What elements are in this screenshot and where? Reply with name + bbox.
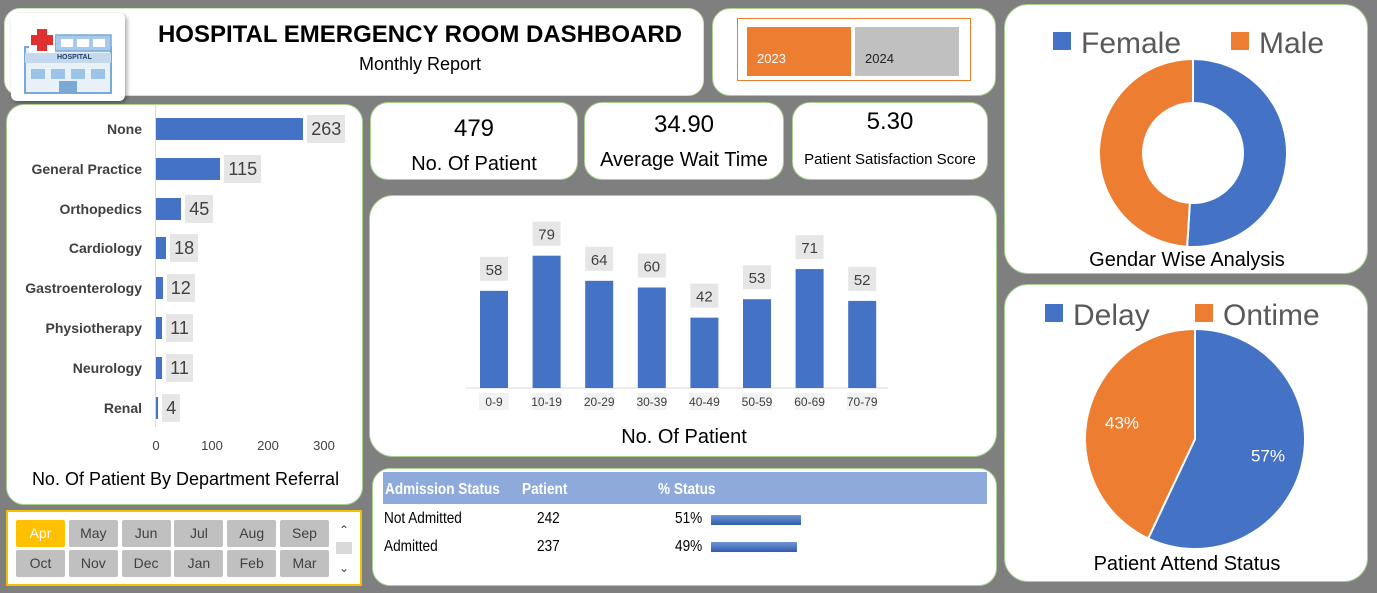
dept-tick-label: 300 (313, 438, 335, 453)
col-patient: Patient (522, 481, 568, 498)
row-percent-bar (711, 515, 801, 525)
dashboard-title: HOSPITAL EMERGENCY ROOM DASHBOARD (157, 21, 683, 48)
year-slicer-panel: 2023 2024 (712, 8, 996, 96)
month-button-jun[interactable]: Jun (121, 520, 171, 547)
age-tick-label: 10-19 (531, 395, 562, 409)
age-value-label: 58 (486, 262, 503, 279)
age-bar (480, 290, 508, 388)
table-row: Not Admitted 242 51% (373, 507, 998, 535)
year-slicer: 2023 2024 (737, 18, 971, 81)
age-tick-label: 40-49 (689, 395, 720, 409)
row-patients: 242 (537, 510, 560, 527)
age-tick-label: 0-9 (485, 395, 503, 409)
dept-chart-title: No. Of Patient By Department Referral (31, 469, 340, 489)
age-value-label: 60 (643, 259, 660, 276)
month-button-sep[interactable]: Sep (280, 520, 329, 547)
row-status: Admitted (384, 538, 438, 555)
year-button-2024[interactable]: 2024 (855, 27, 959, 76)
kpi-wait-value: 34.90 (653, 111, 715, 138)
age-bar (690, 317, 719, 388)
age-group-chart: 58 0-9 79 10-19 64 20-29 60 30-39 42 40-49 53 50-59… (369, 195, 997, 457)
attend-pie-card: Delay Ontime 57% 43% Patient Attend Statu… (1004, 284, 1368, 582)
month-button-oct[interactable]: Oct (16, 550, 65, 577)
age-tick-label: 50-59 (742, 395, 773, 409)
month-button-mar[interactable]: Mar (280, 550, 329, 577)
col-admission-status: Admission Status (385, 481, 500, 498)
age-value-label: 71 (801, 240, 818, 257)
age-tick-label: 70-79 (847, 395, 878, 409)
year-button-2023[interactable]: 2023 (747, 27, 851, 76)
age-tick-label: 20-29 (584, 395, 615, 409)
scroll-down-icon[interactable]: ⌄ (334, 558, 354, 578)
age-value-label: 64 (591, 252, 608, 269)
kpi-satisfaction-value: 5.30 (866, 108, 914, 135)
row-percent: 49% (675, 538, 703, 555)
dashboard-subtitle: Monthly Report (358, 54, 482, 74)
col-percent-status: % Status (658, 481, 716, 498)
dept-axis-ticks: 0 100 200 300 (7, 105, 364, 465)
age-value-label: 53 (749, 270, 766, 287)
row-status: Not Admitted (384, 510, 462, 527)
age-bar (637, 287, 666, 388)
scroll-thumb[interactable] (336, 542, 352, 554)
table-row: Admitted 237 49% (373, 535, 998, 563)
gender-slice-female (1186, 57, 1288, 248)
row-percent: 51% (675, 510, 703, 527)
admission-table-header: Admission Status Patient % Status (383, 472, 987, 504)
age-bar (743, 299, 771, 388)
admission-status-table: Admission Status Patient % Status Not Ad… (372, 468, 997, 586)
age-chart-title: No. Of Patient (621, 426, 747, 448)
age-bar (848, 300, 877, 388)
month-button-nov[interactable]: Nov (68, 550, 118, 577)
age-bar (532, 255, 561, 388)
age-tick-label: 60-69 (794, 395, 825, 409)
kpi-satisfaction-label: Patient Satisfaction Score (804, 151, 976, 168)
kpi-patient-label: No. Of Patient (411, 153, 537, 175)
gender-donut-card: Female Male Gendar Wise Analysis (1004, 4, 1368, 274)
age-chart-svg: 58 0-9 79 10-19 64 20-29 60 30-39 42 40-49 53 50-59… (466, 221, 888, 410)
attend-pct-label: 57% (1251, 446, 1285, 465)
month-button-jan[interactable]: Jan (174, 550, 224, 577)
age-value-label: 79 (538, 227, 555, 244)
age-value-label: 52 (854, 272, 871, 289)
dept-tick-label: 100 (201, 438, 223, 453)
age-bar (585, 280, 614, 388)
kpi-average-wait: 34.90 Average Wait Time (584, 102, 784, 180)
month-button-may[interactable]: May (68, 520, 118, 547)
gender-donut-svg (1098, 57, 1288, 248)
logo-text: HOSPITAL (57, 54, 92, 61)
month-slicer: Apr May Jun Jul Aug Sep Oct Nov Dec Jan Feb Mar ⌃ ⌄ (6, 510, 362, 586)
month-grid: Apr May Jun Jul Aug Sep Oct Nov Dec Jan Feb Mar (8, 512, 329, 584)
gender-chart-title: Gendar Wise Analysis (1089, 249, 1285, 271)
month-button-apr[interactable]: Apr (16, 520, 65, 547)
kpi-patient-value: 479 (453, 115, 495, 142)
gender-slice-male (1098, 57, 1194, 248)
month-scrollbar[interactable]: ⌃ ⌄ (334, 520, 354, 578)
attend-pct-label: 43% (1105, 414, 1139, 433)
dept-tick-label: 200 (257, 438, 279, 453)
month-button-dec[interactable]: Dec (121, 550, 171, 577)
dept-tick-label: 0 (152, 438, 160, 453)
month-button-jul[interactable]: Jul (174, 520, 224, 547)
kpi-satisfaction: 5.30 Patient Satisfaction Score (792, 102, 988, 180)
age-tick-label: 30-39 (636, 395, 667, 409)
scroll-up-icon[interactable]: ⌃ (334, 520, 354, 540)
attend-chart-title: Patient Attend Status (1093, 553, 1281, 575)
kpi-wait-label: Average Wait Time (600, 149, 768, 171)
hospital-building-icon: HOSPITAL (11, 13, 125, 101)
row-percent-bar (711, 542, 798, 552)
department-referral-chart: None 263 General Practice 115 Orthopedics 45 C… (6, 104, 363, 505)
attend-pie-svg: 57% 43% (1084, 327, 1306, 550)
month-button-feb[interactable]: Feb (227, 550, 277, 577)
dashboard-header: HOSPITAL HOSPITAL EMERGENCY ROOM DASHBOA… (4, 8, 704, 101)
age-value-label: 42 (696, 289, 713, 306)
kpi-patient-count: 479 No. Of Patient (370, 102, 578, 180)
month-button-aug[interactable]: Aug (227, 520, 277, 547)
age-bar (795, 269, 824, 388)
row-patients: 237 (537, 538, 560, 555)
